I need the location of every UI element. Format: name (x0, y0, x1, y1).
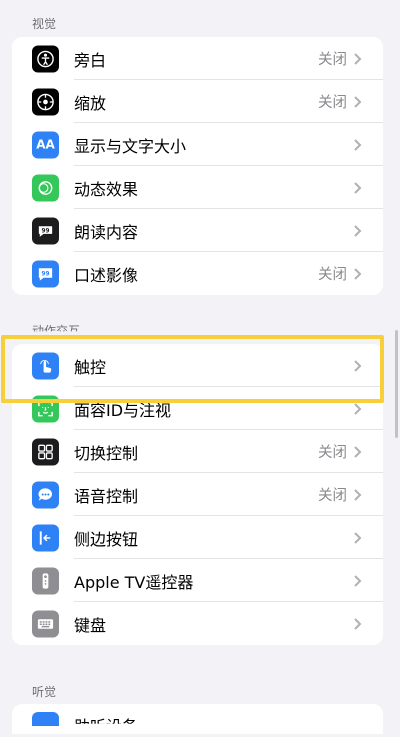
row-switch-control[interactable]: 切换控制 关闭 (12, 430, 383, 473)
chevron-right-icon (354, 224, 362, 237)
chevron-right-icon (354, 402, 362, 415)
apple-tv-remote-icon (32, 567, 59, 594)
row-audio-description[interactable]: 99 口述影像 关闭 (12, 252, 383, 295)
chevron-right-icon (354, 267, 362, 280)
row-label: Apple TV遥控器 (74, 572, 194, 592)
row-display-text-size[interactable]: AA 显示与文字大小 (12, 123, 383, 166)
motor-group: 触控 面容ID与注视 切换控制 关闭 语音控制 关闭 侧边按钮 Apple TV… (12, 344, 383, 645)
row-value: 关闭 (318, 267, 347, 283)
chevron-right-icon (354, 574, 362, 587)
section-header-hearing: 听觉 (32, 685, 57, 699)
row-value: 关闭 (318, 52, 347, 68)
row-motion[interactable]: 动态效果 (12, 166, 383, 209)
chevron-right-icon (354, 181, 362, 194)
row-value: 关闭 (318, 445, 347, 461)
row-face-id-attention[interactable]: 面容ID与注视 (12, 387, 383, 430)
row-label: 朗读内容 (74, 222, 139, 242)
row-value: 关闭 (318, 95, 347, 111)
chevron-right-icon (354, 488, 362, 501)
keyboard-icon (32, 610, 59, 637)
row-side-button[interactable]: 侧边按钮 (12, 516, 383, 559)
chevron-right-icon (354, 617, 362, 630)
zoom-icon (32, 88, 59, 115)
spoken-content-icon: 99 (32, 217, 59, 244)
section-header-vision: 视觉 (32, 17, 57, 31)
chevron-right-icon (354, 138, 362, 151)
section-header-motor: 动作交互 (32, 324, 81, 338)
row-label: 触控 (74, 357, 107, 377)
svg-text:99: 99 (42, 271, 50, 277)
row-label: 键盘 (74, 615, 107, 635)
row-label: 切换控制 (74, 443, 139, 463)
motion-icon (32, 174, 59, 201)
row-label: 旁白 (74, 50, 107, 70)
row-label: 缩放 (74, 93, 107, 113)
row-label: 语音控制 (74, 486, 139, 506)
row-voice-control[interactable]: 语音控制 关闭 (12, 473, 383, 516)
chevron-right-icon (354, 52, 362, 65)
voice-control-icon (32, 481, 59, 508)
chevron-right-icon (354, 359, 362, 372)
row-label: 侧边按钮 (74, 529, 139, 549)
vision-group: 旁白 关闭 缩放 关闭 AA 显示与文字大小 动态效果 99 朗读内容 99 口… (12, 37, 383, 295)
row-label: 动态效果 (74, 179, 139, 199)
row-label: 口述影像 (74, 265, 139, 285)
switch-control-icon (32, 438, 59, 465)
hearing-devices-icon (32, 712, 59, 726)
touch-icon (32, 352, 59, 379)
row-value: 关闭 (318, 488, 347, 504)
row-label: 显示与文字大小 (74, 136, 187, 156)
hearing-group (12, 704, 383, 734)
row-label: 面容ID与注视 (74, 400, 172, 420)
audio-description-icon: 99 (32, 260, 59, 287)
side-button-icon (32, 524, 59, 551)
voiceover-icon (32, 45, 59, 72)
row-apple-tv-remote[interactable]: Apple TV遥控器 (12, 559, 383, 602)
chevron-right-icon (354, 445, 362, 458)
face-id-icon (32, 395, 59, 422)
text-size-icon: AA (32, 131, 59, 158)
scrollbar[interactable] (395, 330, 398, 438)
row-keyboard[interactable]: 键盘 (12, 602, 383, 645)
svg-text:99: 99 (42, 228, 50, 234)
row-touch[interactable]: 触控 (12, 344, 383, 387)
row-voiceover[interactable]: 旁白 关闭 (12, 37, 383, 80)
chevron-right-icon (354, 531, 362, 544)
row-zoom[interactable]: 缩放 关闭 (12, 80, 383, 123)
row-spoken-content[interactable]: 99 朗读内容 (12, 209, 383, 252)
chevron-right-icon (354, 95, 362, 108)
